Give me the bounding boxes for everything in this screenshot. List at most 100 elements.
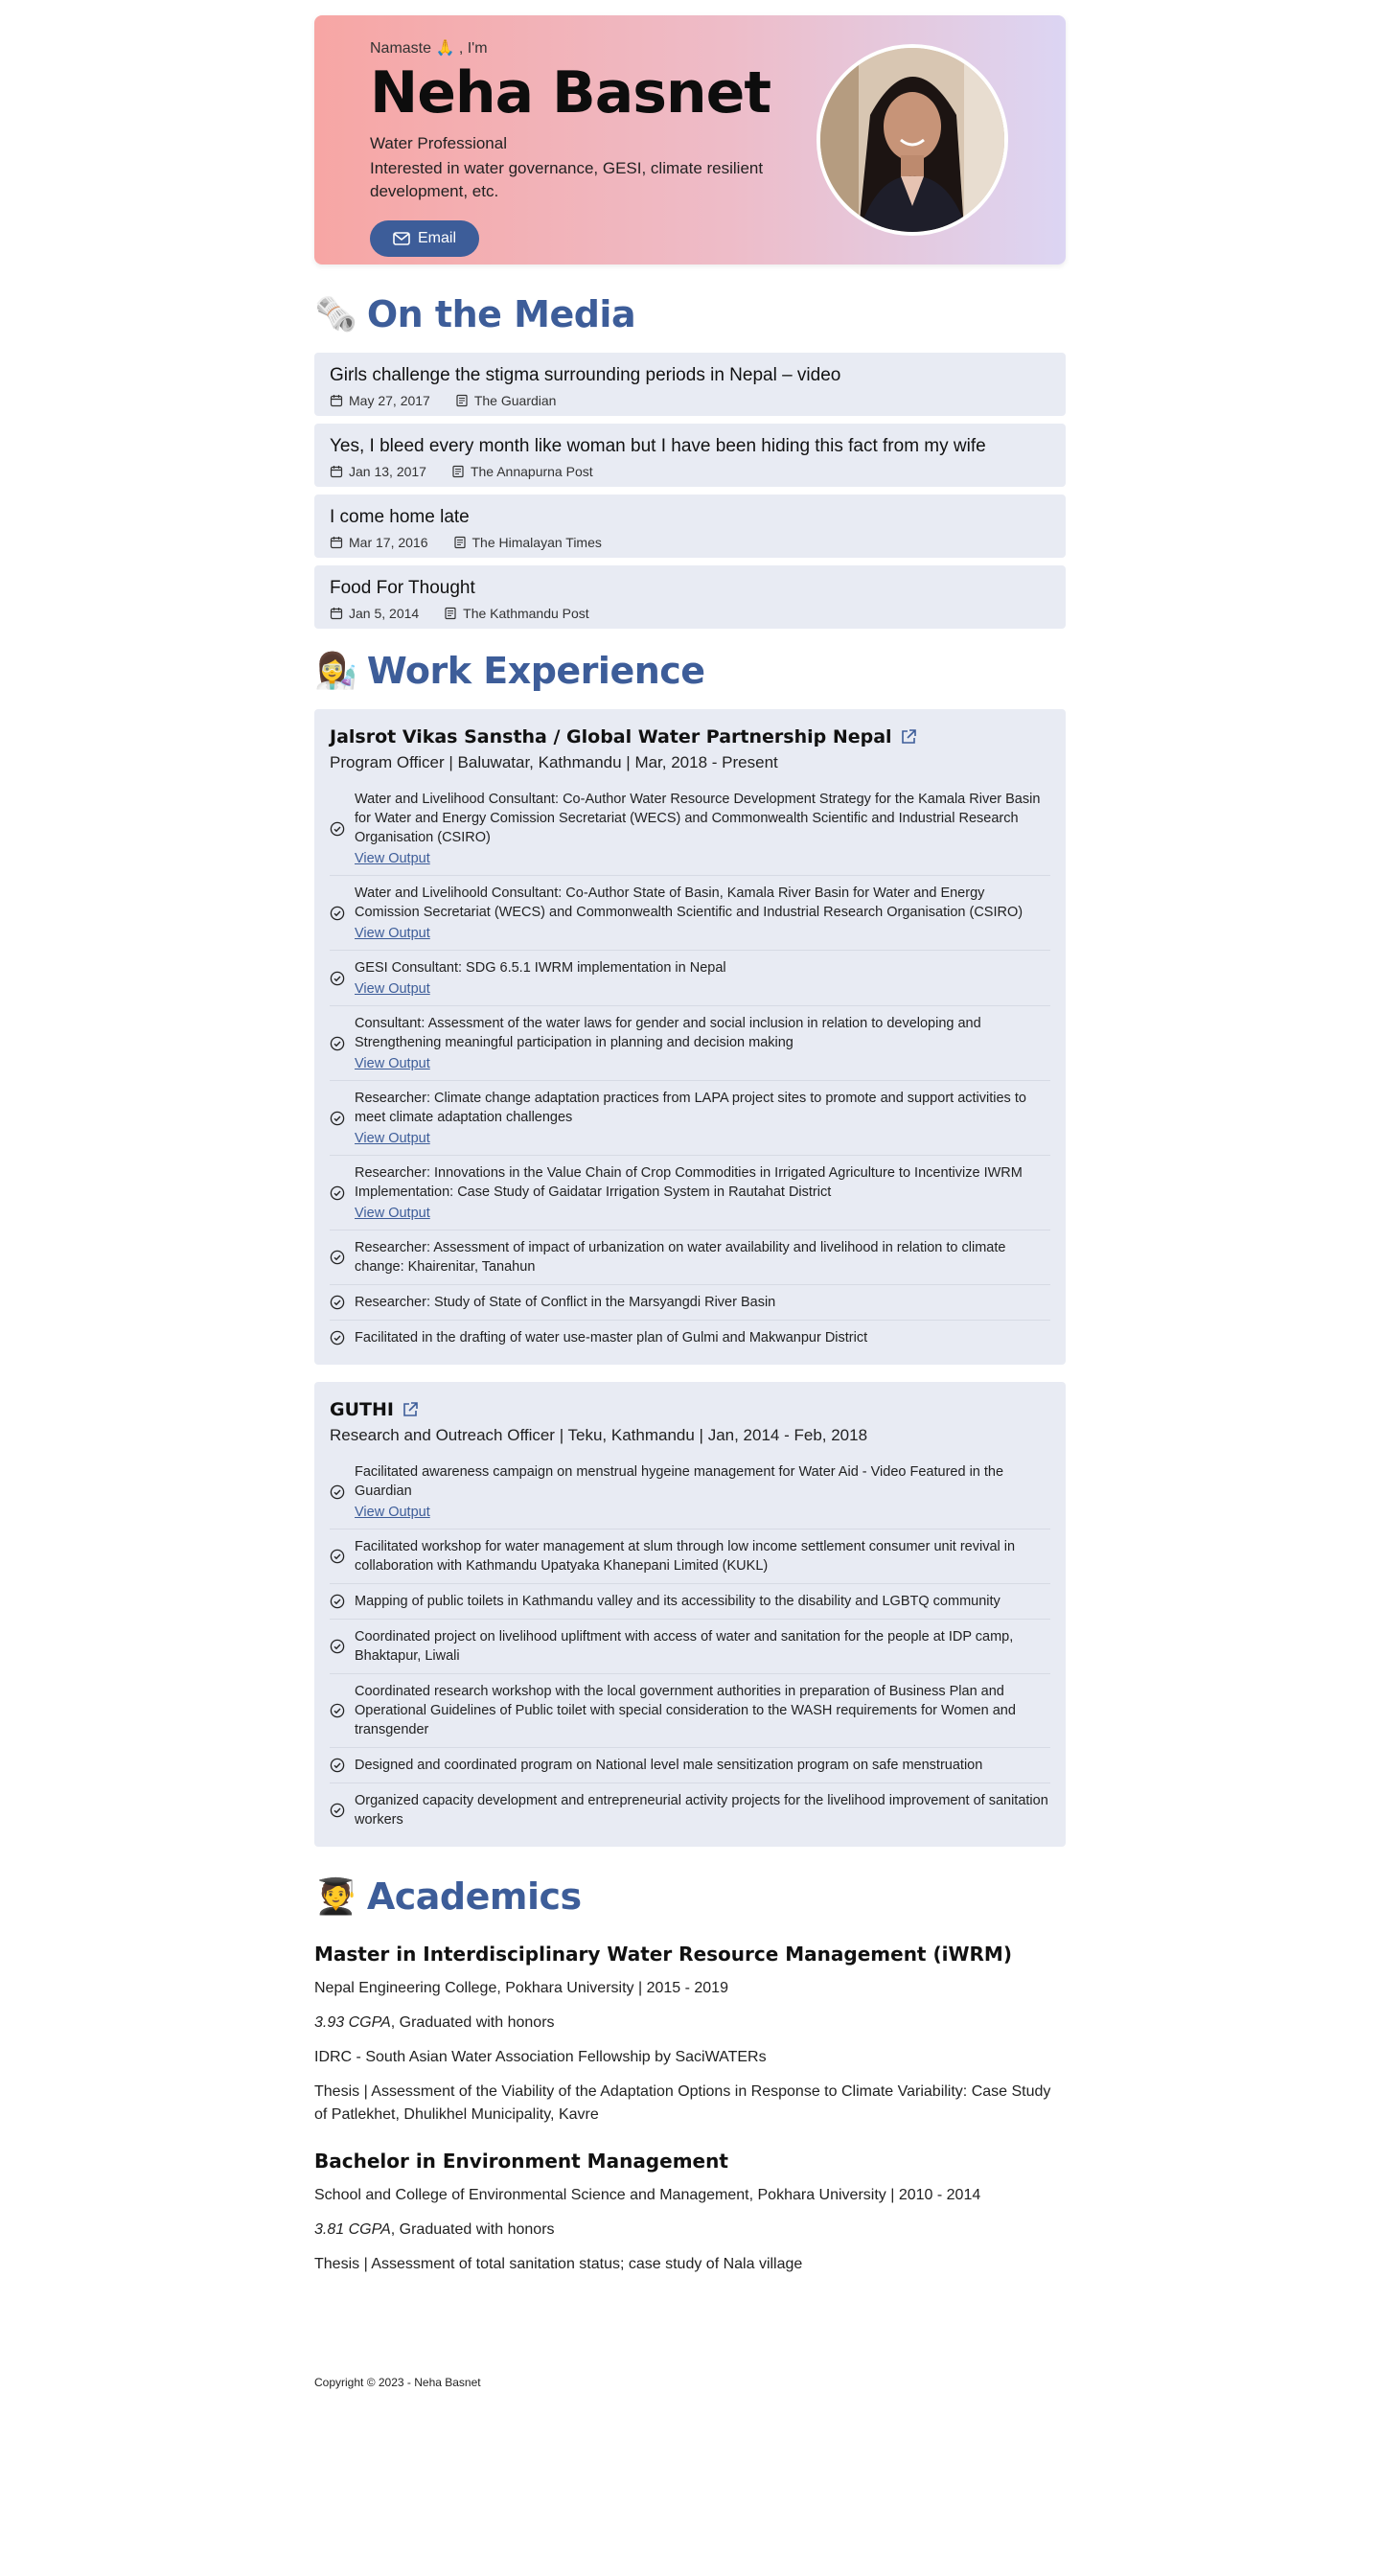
view-output-link[interactable]: View Output [355, 851, 430, 866]
view-output-link[interactable]: View Output [355, 1206, 430, 1221]
view-output-link[interactable]: View Output [355, 926, 430, 941]
work-list: Jalsrot Vikas Sanstha / Global Water Par… [314, 709, 1066, 1847]
scientist-icon: 👩‍🔬 [314, 651, 357, 690]
page-container: Namaste 🙏 , I'm Neha Basnet Water Profes… [314, 0, 1066, 2389]
work-card: Jalsrot Vikas Sanstha / Global Water Par… [314, 709, 1066, 1365]
master-cgpa-note: , Graduated with honors [390, 2014, 555, 2031]
master-cgpa: 3.93 CGPA, Graduated with honors [314, 2012, 1066, 2035]
media-date: Jan 13, 2017 [349, 464, 426, 479]
job-item: Designed and coordinated program on Nati… [330, 1748, 1050, 1783]
view-output-link[interactable]: View Output [355, 1131, 430, 1146]
work-card: GUTHI Research and Outreach Officer | Tek… [314, 1382, 1066, 1847]
calendar-icon [330, 466, 343, 478]
check-circle-icon [330, 1036, 345, 1050]
check-circle-icon [330, 821, 345, 836]
graduate-icon: 🧑‍🎓 [314, 1876, 357, 1916]
check-circle-icon [330, 906, 345, 920]
job-item: Water and Livelihood Consultant: Co-Auth… [330, 782, 1050, 876]
email-button[interactable]: Email [370, 220, 480, 257]
external-link-icon[interactable] [900, 728, 917, 746]
job-item-text: Consultant: Assessment of the water laws… [355, 1016, 981, 1050]
job-item-text: Researcher: Study of State of Conflict i… [355, 1295, 776, 1310]
job-item-text: Coordinated project on livelihood uplift… [355, 1629, 1014, 1664]
profile-role: Water Professional [370, 134, 507, 152]
master-school: Nepal Engineering College, Pokhara Unive… [314, 1980, 728, 1996]
view-output-link[interactable]: View Output [355, 1505, 430, 1520]
check-circle-icon [330, 1639, 345, 1654]
job-item-text: Designed and coordinated program on Nati… [355, 1758, 983, 1773]
job-item-text: Facilitated in the drafting of water use… [355, 1330, 868, 1346]
calendar-icon [330, 395, 343, 407]
check-circle-icon [330, 1330, 345, 1346]
job-items: Facilitated awareness campaign on menstr… [330, 1455, 1050, 1837]
newspaper-icon [453, 536, 466, 549]
check-circle-icon [330, 1185, 345, 1200]
external-link-icon[interactable] [402, 1401, 419, 1418]
job-item-text: Mapping of public toilets in Kathmandu v… [355, 1594, 1000, 1609]
media-card[interactable]: Yes, I bleed every month like woman but … [314, 424, 1066, 487]
newspaper-icon [456, 394, 468, 407]
job-item: Facilitated in the drafting of water use… [330, 1321, 1050, 1355]
job-item-text: Facilitated workshop for water managemen… [355, 1539, 1016, 1574]
check-circle-icon [330, 971, 345, 985]
job-item: Facilitated workshop for water managemen… [330, 1530, 1050, 1584]
check-circle-icon [330, 1111, 345, 1125]
organization-name: Jalsrot Vikas Sanstha / Global Water Par… [330, 726, 1050, 748]
academics-section-heading: 🧑‍🎓 Academics [314, 1875, 1066, 1918]
job-item: Coordinated research workshop with the l… [330, 1674, 1050, 1748]
media-title[interactable]: Food For Thought [330, 575, 1050, 602]
job-item-text: Coordinated research workshop with the l… [355, 1684, 1016, 1737]
bachelor-cgpa-value: 3.81 CGPA [314, 2221, 391, 2238]
media-card[interactable]: I come home late Mar 17, 2016 The Himalaya… [314, 494, 1066, 558]
job-item: Coordinated project on livelihood uplift… [330, 1620, 1050, 1674]
check-circle-icon [330, 1594, 345, 1609]
media-date: May 27, 2017 [349, 393, 430, 408]
work-section-heading: 👩‍🔬 Work Experience [314, 650, 1066, 692]
newspaper-icon: 🗞️ [314, 294, 357, 334]
media-section-heading: 🗞️ On the Media [314, 293, 1066, 335]
media-card[interactable]: Food For Thought Jan 5, 2014 The Kathmandu… [314, 565, 1066, 629]
check-circle-icon [330, 1803, 345, 1818]
check-circle-icon [330, 1484, 345, 1499]
job-position: Research and Outreach Officer | Teku, Ka… [330, 1426, 868, 1444]
media-meta: Mar 17, 2016 The Himalayan Times [330, 535, 1050, 550]
newspaper-icon [452, 465, 464, 478]
bachelor-cgpa-note: , Graduated with honors [390, 2221, 555, 2238]
job-item: Water and Livelihoold Consultant: Co-Aut… [330, 876, 1050, 951]
media-meta: Jan 13, 2017 The Annapurna Post [330, 464, 1050, 479]
media-title[interactable]: I come home late [330, 504, 1050, 531]
media-title[interactable]: Girls challenge the stigma surrounding p… [330, 362, 1050, 389]
hero-banner: Namaste 🙏 , I'm Neha Basnet Water Profes… [314, 15, 1066, 264]
media-source: The Himalayan Times [472, 535, 602, 550]
job-item-text: Researcher: Climate change adaptation pr… [355, 1091, 1026, 1125]
greeting: Namaste 🙏 , I'm [370, 40, 488, 57]
job-item-text: Researcher: Innovations in the Value Cha… [355, 1165, 1023, 1200]
job-item: Researcher: Innovations in the Value Cha… [330, 1156, 1050, 1230]
view-output-link[interactable]: View Output [355, 1056, 430, 1071]
newspaper-icon [445, 607, 456, 620]
view-output-link[interactable]: View Output [355, 981, 430, 997]
job-item: Mapping of public toilets in Kathmandu v… [330, 1584, 1050, 1620]
organization-name: GUTHI [330, 1399, 1050, 1420]
bachelor-thesis: Thesis | Assessment of total sanitation … [314, 2256, 803, 2272]
job-items: Water and Livelihood Consultant: Co-Auth… [330, 782, 1050, 1355]
mail-icon [393, 232, 410, 245]
job-item: Organized capacity development and entre… [330, 1783, 1050, 1837]
academics-section-title: Academics [366, 1875, 582, 1918]
profile-name: Neha Basnet [370, 59, 771, 126]
check-circle-icon [330, 1250, 345, 1265]
check-circle-icon [330, 1758, 345, 1773]
media-card[interactable]: Girls challenge the stigma surrounding p… [314, 353, 1066, 416]
media-list: Girls challenge the stigma surrounding p… [314, 353, 1066, 629]
master-degree-title: Master in Interdisciplinary Water Resour… [314, 1943, 1012, 1966]
bachelor-degree-title: Bachelor in Environment Management [314, 2150, 728, 2173]
media-source: The Annapurna Post [470, 464, 593, 479]
hero-text: Namaste 🙏 , I'm Neha Basnet Water Profes… [370, 38, 792, 257]
job-item: Consultant: Assessment of the water laws… [330, 1006, 1050, 1081]
job-item: Researcher: Assessment of impact of urba… [330, 1230, 1050, 1285]
job-item-text: Researcher: Assessment of impact of urba… [355, 1240, 1006, 1275]
media-source: The Guardian [473, 393, 557, 408]
bachelor-cgpa: 3.81 CGPA, Graduated with honors [314, 2219, 1066, 2242]
media-title[interactable]: Yes, I bleed every month like woman but … [330, 433, 1050, 460]
job-item: Facilitated awareness campaign on menstr… [330, 1455, 1050, 1530]
